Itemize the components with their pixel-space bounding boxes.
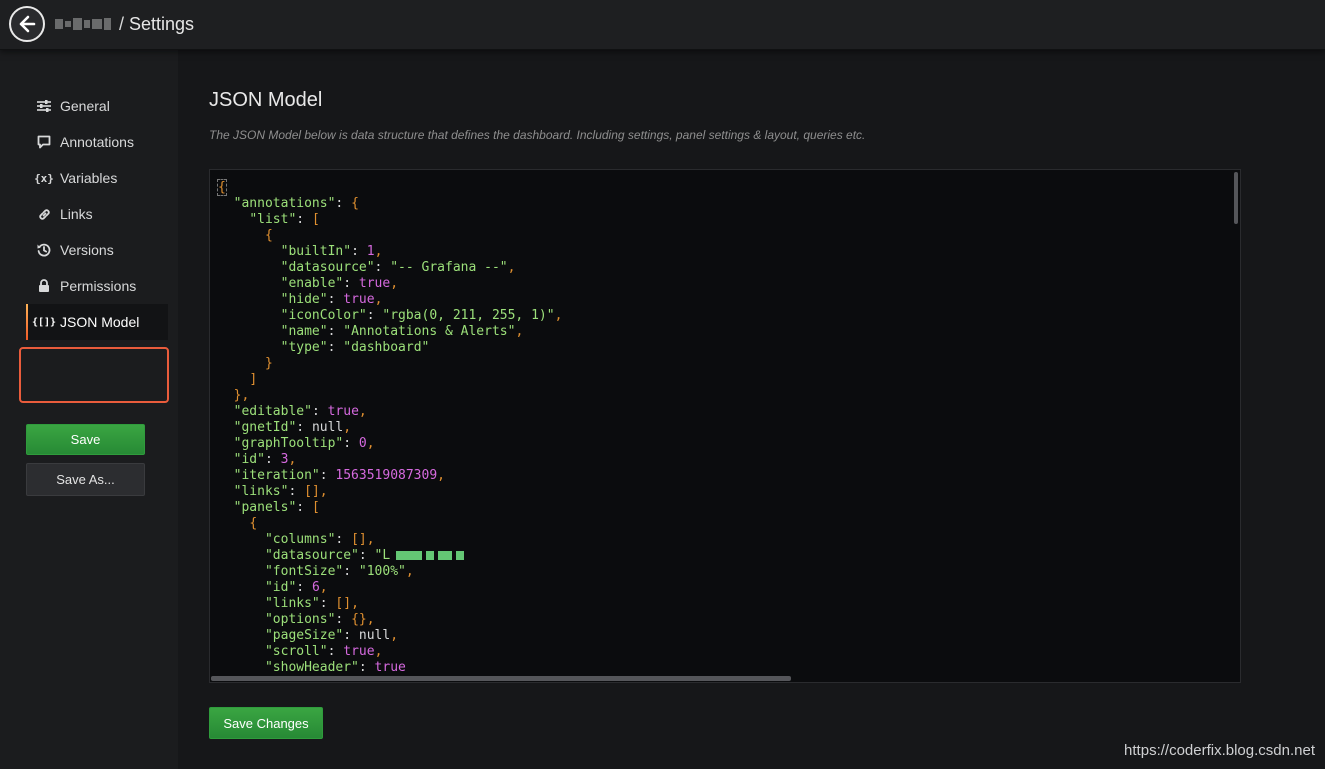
watermark: https://coderfix.blog.csdn.net: [1124, 742, 1315, 759]
sidebar-item-label: Permissions: [60, 278, 137, 294]
redacted-datasource: [390, 548, 468, 563]
horizontal-scrollbar[interactable]: [211, 676, 791, 681]
history-icon: [36, 242, 52, 258]
code-line: "links": [],: [233, 484, 328, 499]
json-code-editor[interactable]: { "annotations": { "list": [ { "builtIn"…: [209, 169, 1241, 683]
code-line: "iteration": 1563519087309,: [233, 468, 445, 483]
code-line: "id": 6,: [264, 580, 328, 595]
code-line: {: [249, 516, 258, 531]
sidebar-item-versions[interactable]: Versions: [26, 232, 168, 268]
sidebar-item-general[interactable]: General: [26, 88, 168, 124]
variable-icon: {x}: [34, 171, 54, 185]
arrow-left-icon: [19, 15, 36, 33]
sidebar-item-label: Variables: [60, 170, 118, 186]
code-line: "list": [: [249, 212, 320, 227]
code-line: "builtIn": 1,: [280, 244, 383, 259]
sidebar-item-permissions[interactable]: Permissions: [26, 268, 168, 304]
sidebar-item-annotations[interactable]: Annotations: [26, 124, 168, 160]
lock-icon: [36, 278, 52, 294]
settings-nav: General Annotations {x} Variables Links …: [26, 88, 168, 340]
code-line: "datasource": "-- Grafana --",: [280, 260, 516, 275]
sliders-icon: [36, 98, 52, 114]
save-changes-button[interactable]: Save Changes: [209, 707, 323, 739]
code-line: "fontSize": "100%",: [264, 564, 414, 579]
code-line: "id": 3,: [233, 452, 297, 467]
code-line: "type": "dashboard": [280, 340, 430, 355]
sidebar-item-label: Versions: [60, 242, 114, 258]
code-line: "gnetId": null,: [233, 420, 352, 435]
sidebar-item-links[interactable]: Links: [26, 196, 168, 232]
breadcrumb-separator: /: [119, 13, 125, 34]
save-button[interactable]: Save: [26, 424, 145, 455]
json-code[interactable]: { "annotations": { "list": [ { "builtIn"…: [217, 179, 563, 676]
code-line: "columns": [],: [264, 532, 375, 547]
save-as-button[interactable]: Save As...: [26, 463, 145, 496]
vertical-scrollbar[interactable]: [1234, 172, 1238, 224]
sidebar-item-label: General: [60, 98, 110, 114]
code-line: "name": "Annotations & Alerts",: [280, 324, 524, 339]
back-button[interactable]: [9, 6, 45, 42]
comment-icon: [36, 134, 52, 150]
code-line: "links": [],: [264, 596, 359, 611]
sidebar-item-json-model[interactable]: {[]} JSON Model: [26, 304, 168, 340]
code-line: {: [264, 228, 273, 243]
main-content: JSON Model The JSON Model below is data …: [178, 50, 1325, 769]
code-line: "options": {},: [264, 612, 375, 627]
redacted-dashboard-name[interactable]: [55, 18, 111, 30]
link-icon: [36, 206, 52, 222]
sidebar-item-variables[interactable]: {x} Variables: [26, 160, 168, 196]
code-line: "enable": true,: [280, 276, 399, 291]
page-description: The JSON Model below is data structure t…: [209, 128, 866, 142]
sidebar-item-label: JSON Model: [60, 314, 140, 330]
code-line: },: [233, 388, 250, 403]
breadcrumb: / Settings: [55, 12, 194, 36]
code-line: "showHeader": true: [264, 660, 406, 675]
code-line: "annotations": {: [233, 196, 359, 211]
code-line: }: [264, 356, 273, 371]
code-line: "datasource": "L: [218, 548, 562, 564]
breadcrumb-page: Settings: [129, 13, 195, 34]
settings-sidebar: General Annotations {x} Variables Links …: [0, 50, 178, 769]
code-line: "iconColor": "rgba(0, 211, 255, 1)",: [280, 308, 563, 323]
code-line: "graphTooltip": 0,: [233, 436, 375, 451]
sidebar-item-label: Annotations: [60, 134, 134, 150]
sidebar-item-label: Links: [60, 206, 93, 222]
code-line: "pageSize": null,: [264, 628, 399, 643]
json-icon: {[]}: [31, 316, 57, 328]
code-line: {: [217, 179, 227, 196]
annotation-highlight-box: [19, 347, 169, 403]
code-line: ]: [249, 372, 258, 387]
top-navbar: / Settings: [0, 0, 1325, 50]
page-title: JSON Model: [209, 89, 323, 111]
code-line: "scroll": true,: [264, 644, 383, 659]
code-line: "hide": true,: [280, 292, 383, 307]
code-line: "panels": [: [233, 500, 320, 515]
code-line: "editable": true,: [233, 404, 367, 419]
